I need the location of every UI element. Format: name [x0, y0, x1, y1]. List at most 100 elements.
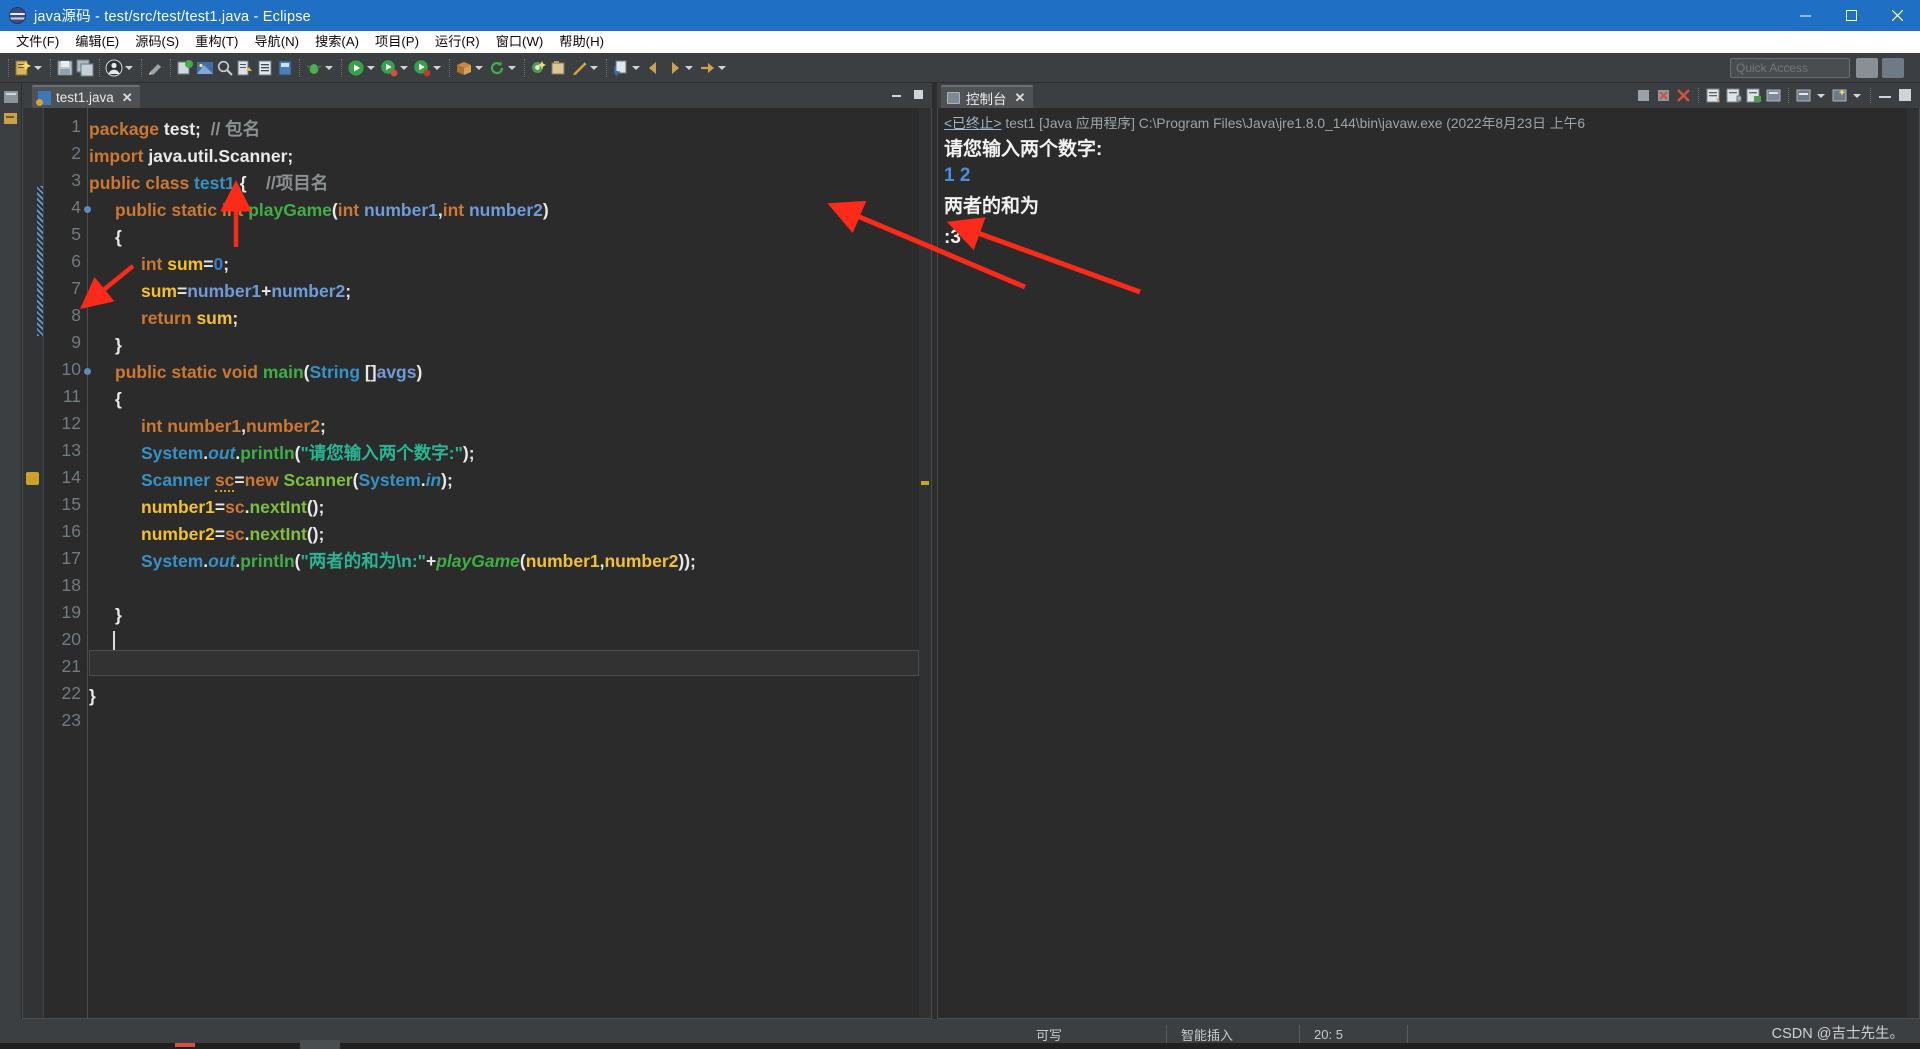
minimize-console-icon[interactable]	[1877, 87, 1894, 104]
code-line[interactable]: package test; // 包名	[89, 116, 260, 143]
editor-tab-test1-java[interactable]: test1.java ✕	[32, 85, 140, 108]
display-selected-console-icon[interactable]	[1765, 87, 1782, 104]
chevron-down-icon[interactable]	[508, 65, 516, 70]
run-button[interactable]	[346, 56, 379, 80]
chevron-down-icon[interactable]	[367, 65, 375, 70]
warning-marker-icon[interactable]	[26, 472, 39, 485]
open-console-icon[interactable]	[1795, 87, 1812, 104]
editor-annotation-ruler[interactable]	[23, 108, 44, 1018]
code-line[interactable]: int sum=0;	[141, 251, 229, 278]
maximize-console-icon[interactable]	[1897, 87, 1914, 104]
open-type-button[interactable]	[195, 56, 215, 80]
chevron-down-icon[interactable]	[325, 65, 333, 70]
save-all-button[interactable]	[75, 56, 95, 80]
code-line[interactable]: return sum;	[141, 305, 238, 332]
chevron-down-icon[interactable]	[632, 65, 640, 70]
terminate-all-icon[interactable]	[1635, 87, 1652, 104]
scroll-lock-icon[interactable]	[1725, 87, 1742, 104]
code-line[interactable]: }	[115, 602, 122, 629]
menu-window[interactable]: 窗口(W)	[488, 31, 552, 53]
chevron-down-icon[interactable]	[718, 65, 726, 70]
menu-navigate[interactable]: 导航(N)	[246, 31, 307, 53]
method-marker-icon[interactable]	[84, 368, 91, 375]
chevron-down-icon[interactable]	[475, 65, 483, 70]
code-line[interactable]: {	[115, 224, 122, 251]
close-icon[interactable]: ✕	[122, 90, 133, 106]
editor-vertical-scrollbar[interactable]	[919, 108, 931, 1018]
remove-all-launches-icon[interactable]	[1675, 87, 1692, 104]
new-console-view-icon[interactable]	[1831, 87, 1848, 104]
menu-edit[interactable]: 编辑(E)	[67, 31, 127, 53]
back-nav-button[interactable]	[644, 56, 664, 80]
code-line[interactable]: public class test1 { //项目名	[89, 170, 328, 197]
code-line[interactable]: int number1,number2;	[141, 413, 326, 440]
editor-body[interactable]: 1 package test; // 包名 2 import java.util.Sc…	[22, 108, 932, 1019]
chevron-down-icon[interactable]	[590, 65, 598, 70]
chevron-down-icon[interactable]	[685, 65, 693, 70]
next-annotation-button[interactable]	[235, 56, 255, 80]
package-explorer-icon[interactable]	[3, 89, 19, 105]
close-button[interactable]	[1874, 0, 1920, 31]
minimize-editor-icon[interactable]	[890, 88, 902, 100]
chevron-down-icon[interactable]	[433, 65, 441, 70]
menu-run[interactable]: 运行(R)	[427, 31, 488, 53]
save-button[interactable]	[55, 56, 75, 80]
menu-refactor[interactable]: 重构(T)	[187, 31, 246, 53]
new-java-project-button[interactable]	[175, 56, 195, 80]
console-tab[interactable]: 控制台 ✕	[941, 85, 1034, 108]
type-hierarchy-icon[interactable]	[3, 111, 19, 127]
run-external-tools-button[interactable]	[379, 56, 412, 80]
code-line[interactable]: public static int playGame(int number1,i…	[115, 197, 549, 224]
open-perspective-button[interactable]	[1856, 58, 1878, 78]
new-wizard-button[interactable]	[13, 56, 46, 80]
clear-console-icon[interactable]	[1705, 87, 1722, 104]
chevron-down-icon[interactable]	[1817, 93, 1825, 98]
maximize-button[interactable]	[1828, 0, 1874, 31]
code-line[interactable]: System.out.println("请您输入两个数字:");	[141, 440, 475, 467]
previous-annotation-button[interactable]	[255, 56, 275, 80]
coverage-button[interactable]	[412, 56, 445, 80]
code-line[interactable]: number2=sc.nextInt();	[141, 521, 324, 548]
warning-overview-mark[interactable]	[921, 481, 929, 485]
new-package-button[interactable]	[454, 56, 487, 80]
search-button[interactable]	[215, 56, 235, 80]
new-class-button[interactable]	[529, 56, 549, 80]
quick-access-input[interactable]	[1730, 58, 1850, 78]
forward-button[interactable]	[697, 56, 730, 80]
edit-button[interactable]	[569, 56, 602, 80]
close-icon[interactable]: ✕	[1015, 90, 1026, 106]
menu-help[interactable]: 帮助(H)	[551, 31, 612, 53]
refresh-button[interactable]	[487, 56, 520, 80]
new-interface-button[interactable]	[549, 56, 569, 80]
console-output[interactable]: <已终止> test1 [Java 应用程序] C:\Program Files…	[937, 108, 1920, 1019]
console-vertical-scrollbar[interactable]	[1907, 108, 1919, 1018]
method-marker-icon[interactable]	[84, 206, 91, 213]
code-line[interactable]: }	[115, 332, 122, 359]
code-line[interactable]: System.out.println("两者的和为\n:"+playGame(n…	[141, 548, 696, 575]
menu-file[interactable]: 文件(F)	[8, 31, 67, 53]
java-perspective-button[interactable]	[1882, 58, 1904, 78]
maximize-editor-icon[interactable]	[912, 88, 924, 100]
chevron-down-icon[interactable]	[1853, 93, 1861, 98]
last-edit-location-button[interactable]	[275, 56, 295, 80]
pin-console-icon[interactable]	[1745, 87, 1762, 104]
menu-search[interactable]: 搜索(A)	[307, 31, 367, 53]
code-line[interactable]: }	[89, 683, 96, 710]
code-line[interactable]: public static void main(String []avgs)	[115, 359, 422, 386]
chevron-down-icon[interactable]	[125, 65, 133, 70]
code-area[interactable]: 1 package test; // 包名 2 import java.util.Sc…	[26, 108, 919, 1018]
toggle-mark-occurrences-button[interactable]	[146, 56, 166, 80]
code-line[interactable]: import java.util.Scanner;	[89, 143, 293, 170]
debug-button[interactable]	[304, 56, 337, 80]
user-button[interactable]	[104, 56, 137, 80]
remove-launch-icon[interactable]	[1655, 87, 1672, 104]
chevron-down-icon[interactable]	[34, 65, 42, 70]
code-line[interactable]: number1=sc.nextInt();	[141, 494, 324, 521]
code-line[interactable]: Scanner sc=new Scanner(System.in);	[141, 467, 453, 494]
minimize-button[interactable]	[1782, 0, 1828, 31]
code-line[interactable]: sum=number1+number2;	[141, 278, 351, 305]
menu-source[interactable]: 源码(S)	[127, 31, 187, 53]
menu-project[interactable]: 项目(P)	[367, 31, 427, 53]
import-button[interactable]	[611, 56, 644, 80]
forward-nav-button[interactable]	[664, 56, 697, 80]
